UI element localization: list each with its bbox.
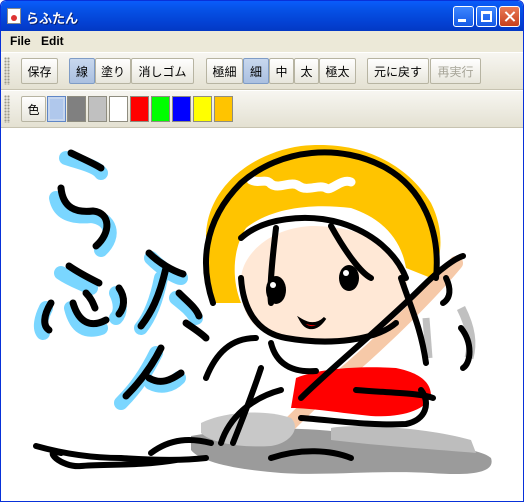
- maximize-button[interactable]: [476, 6, 497, 27]
- menu-bar: File Edit: [1, 31, 523, 51]
- width-thick-button[interactable]: 太: [294, 58, 319, 84]
- color-swatch[interactable]: [130, 96, 149, 122]
- color-swatch[interactable]: [172, 96, 191, 122]
- color-swatch[interactable]: [47, 96, 66, 122]
- canvas-drawing: [33, 145, 492, 475]
- color-picker-button[interactable]: 色: [21, 96, 46, 122]
- java-app-icon: [7, 8, 21, 24]
- tool-fill-button[interactable]: 塗り: [95, 58, 131, 84]
- width-fine-button[interactable]: 細: [243, 58, 269, 84]
- undo-button[interactable]: 元に戻す: [367, 58, 429, 84]
- color-swatch[interactable]: [109, 96, 128, 122]
- width-extra-fine-button[interactable]: 極細: [206, 58, 243, 84]
- close-button[interactable]: [499, 6, 520, 27]
- color-toolbar-grip[interactable]: [4, 95, 10, 123]
- color-swatch[interactable]: [193, 96, 212, 122]
- color-swatch[interactable]: [151, 96, 170, 122]
- app-window: らふたん File Edit 保存 線 塗り 消しゴム 極細 細 中 太 極太 …: [0, 0, 524, 502]
- title-bar[interactable]: らふたん: [1, 1, 523, 31]
- color-toolbar: 色: [1, 90, 523, 128]
- save-button[interactable]: 保存: [21, 58, 58, 84]
- color-swatch[interactable]: [88, 96, 107, 122]
- right-eye-shine: [343, 270, 349, 276]
- tool-line-button[interactable]: 線: [69, 58, 95, 84]
- toolbar-grip[interactable]: [4, 57, 10, 85]
- minimize-button[interactable]: [453, 6, 474, 27]
- menu-edit[interactable]: Edit: [41, 34, 64, 48]
- tool-eraser-button[interactable]: 消しゴム: [131, 58, 194, 84]
- width-extra-thick-button[interactable]: 極太: [319, 58, 356, 84]
- color-swatch[interactable]: [214, 96, 233, 122]
- drawing-canvas[interactable]: [1, 128, 523, 501]
- color-swatch[interactable]: [67, 96, 86, 122]
- menu-file[interactable]: File: [10, 34, 31, 48]
- width-medium-button[interactable]: 中: [269, 58, 294, 84]
- left-eye-shine: [270, 282, 276, 288]
- main-toolbar: 保存 線 塗り 消しゴム 極細 細 中 太 極太 元に戻す 再実行: [1, 52, 523, 90]
- right-eye: [339, 265, 359, 291]
- window-title: らふたん: [26, 12, 79, 27]
- redo-button[interactable]: 再実行: [430, 58, 481, 84]
- left-eye: [266, 276, 286, 304]
